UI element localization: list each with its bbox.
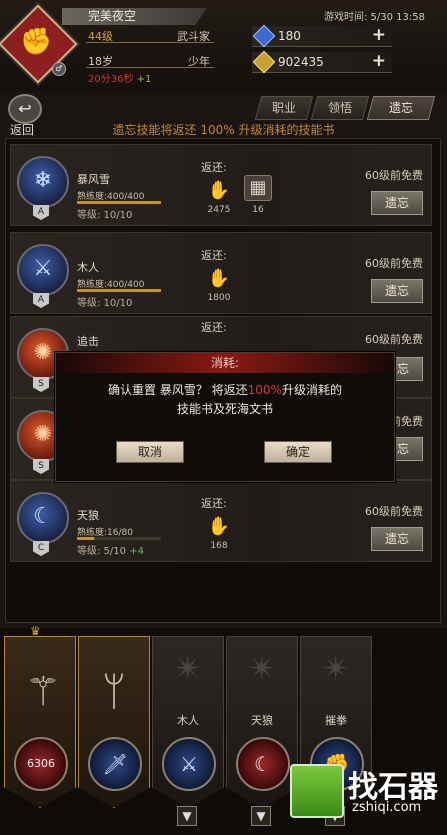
watermark-logo-icon (290, 764, 344, 818)
forget-button[interactable]: 遗忘 (371, 191, 423, 215)
gem-count: 180 (278, 29, 301, 43)
free-note: 60级前免费 (365, 505, 423, 518)
player-class: 武斗家 (177, 30, 210, 43)
emblem-icon: ✴ (321, 649, 351, 689)
skill-level: 等级: 10/10 (77, 298, 133, 309)
emblem-icon: ✴ (173, 649, 203, 689)
grade-badge: A (33, 293, 49, 308)
slot-label: 木人 (177, 714, 199, 727)
sky-wolf-skill-icon: ☾ (17, 492, 69, 544)
grade-badge: S (33, 377, 49, 392)
claw-icon: ✋ (207, 180, 231, 201)
dialog-message-line2: 技能书及死海文书 (176, 402, 273, 416)
claw-icon: ✋ (207, 516, 231, 537)
site-watermark: 找石器 zshiqi.com (290, 762, 440, 822)
knuckle-icon: ✊ (20, 27, 53, 57)
tab-comprehend[interactable]: 领悟 (310, 96, 370, 120)
watermark-url: zshiqi.com (352, 800, 422, 815)
slot-label: 摧拳 (325, 714, 347, 727)
proficiency-bar (77, 201, 161, 204)
skill-card: ❄ A 暴风雪 熟练度:400/400 等级: 10/10 返还: ✋ 2475… (10, 144, 432, 226)
slot-label: 天狼 (251, 714, 273, 727)
gem-resource: 180 + (252, 24, 392, 48)
age-timer: 20分36秒 +1 (88, 74, 152, 85)
skill-card: ☾ C 天狼 熟练度:16/80 等级: 5/10 +4 返还: ✋ 168 6… (10, 480, 432, 562)
free-note: 60级前免费 (365, 169, 423, 182)
power-orb: 6306 (14, 737, 68, 791)
crown-icon: ♛ (30, 624, 41, 638)
antler-staff-icon: ᛘ (102, 669, 126, 715)
add-gold-button[interactable]: + (372, 51, 386, 71)
wooden-man-skill-icon: ⚔ (162, 737, 216, 791)
player-age-stage: 少年 (188, 55, 210, 68)
player-age: 18岁 (88, 55, 113, 68)
cancel-button[interactable]: 取消 (116, 441, 184, 463)
grade-badge: S (33, 459, 49, 474)
level-row: 44级 武斗家 (86, 28, 214, 43)
skill-name: 天狼 (77, 509, 99, 522)
skill-name: 暴风雪 (77, 173, 110, 186)
sky-wolf-skill-icon: ☾ (236, 737, 290, 791)
emblem-icon: ✴ (247, 649, 277, 689)
skill-level: 等级: 10/10 (77, 210, 133, 221)
free-note: 60级前免费 (365, 333, 423, 346)
tab-forget[interactable]: 遗忘 (366, 96, 436, 120)
weapon-slot[interactable]: ᛘ 🗡 (78, 636, 150, 808)
return-label: 返还: (201, 161, 227, 174)
gold-count: 902435 (278, 55, 324, 69)
grade-badge: A (33, 205, 49, 220)
age-row: 18岁 少年 (86, 53, 214, 68)
game-time: 游戏时间: 5/30 13:58 (324, 12, 426, 23)
item-count: 2475 (207, 205, 231, 215)
gender-badge-icon: ♂ (52, 62, 66, 76)
arrow-down-icon[interactable]: ▼ (177, 806, 197, 826)
skill-slot[interactable]: ✴ 天狼 ☾ (226, 636, 298, 808)
rune-book-icon: ▦ (244, 175, 272, 201)
proficiency-bar (77, 289, 161, 292)
blizzard-skill-icon: ❄ (17, 156, 69, 208)
wooden-man-skill-icon: ⚔ (17, 244, 69, 296)
add-gem-button[interactable]: + (372, 25, 386, 45)
arrow-down-icon[interactable]: ▼ (251, 806, 271, 826)
return-label: 返还: (201, 321, 227, 334)
item-count: 16 (252, 205, 264, 215)
back-arrow-icon[interactable]: ↩ (8, 94, 42, 124)
tab-profession[interactable]: 职业 (254, 96, 314, 120)
skill-level: 等级: 5/10 +4 (77, 546, 144, 557)
free-note: 60级前免费 (365, 257, 423, 270)
item-count: 168 (210, 541, 228, 551)
gold-coin-icon (252, 50, 276, 74)
sword-orb-icon: 🗡 (88, 737, 142, 791)
skill-slot[interactable]: ✴ 木人 ⚔ (152, 636, 224, 808)
claw-icon: ✋ (207, 268, 231, 289)
dialog-message: 确认重置 暴风雪？ 将返还100%升级消耗的 (108, 383, 342, 397)
return-label: 返还: (201, 249, 227, 262)
confirm-button[interactable]: 确定 (264, 441, 332, 463)
proficiency-bar (77, 537, 161, 540)
forget-button[interactable]: 遗忘 (371, 527, 423, 551)
grade-badge: C (33, 541, 49, 556)
forget-notice: 遗忘技能将返还 100% 升级消耗的技能书 (112, 123, 335, 137)
player-name: 完美夜空 (62, 8, 207, 25)
skill-card: ⚔ A 木人 熟练度:400/400 等级: 10/10 返还: ✋ 1800 … (10, 232, 432, 314)
scythe-staff-icon: ⚚ (25, 669, 61, 715)
gold-resource: 902435 + (252, 50, 392, 74)
skill-name: 木人 (77, 261, 99, 274)
forget-button[interactable]: 遗忘 (371, 279, 423, 303)
return-label: 返还: (201, 497, 227, 510)
dialog-title: 消耗: (56, 353, 394, 373)
blue-gem-icon (252, 24, 276, 48)
confirm-dialog: 消耗: 确认重置 暴风雪？ 将返还100%升级消耗的 技能书及死海文书 取消 确… (55, 352, 395, 482)
item-count: 1800 (207, 293, 231, 303)
weapon-slot[interactable]: ⚚ 6306 (4, 636, 76, 808)
player-level: 44级 (88, 30, 113, 43)
skill-name: 追击 (77, 335, 99, 348)
